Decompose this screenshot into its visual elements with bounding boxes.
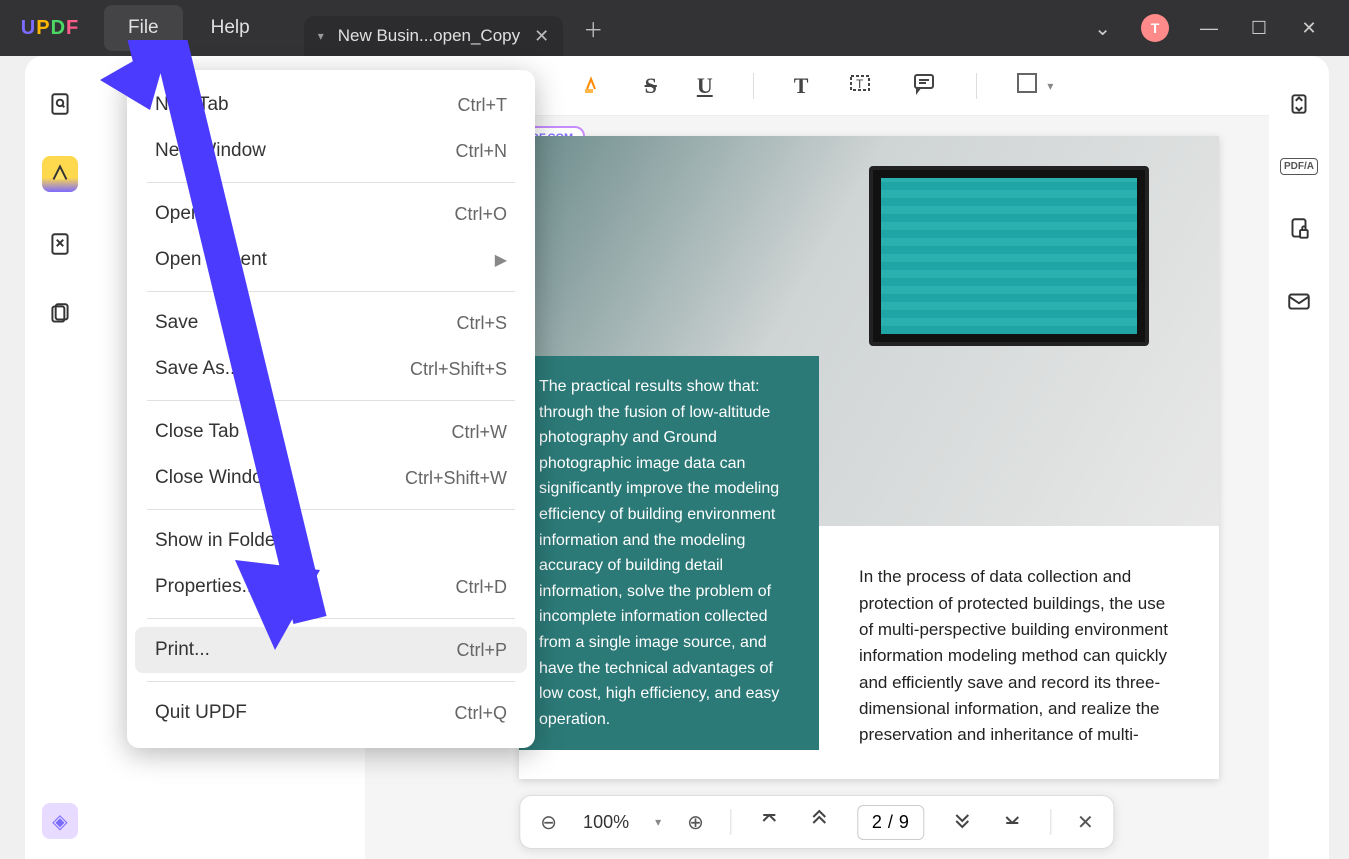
window-maximize-icon[interactable]: ☐ [1249, 18, 1269, 39]
underline-icon[interactable]: U [697, 73, 713, 99]
prev-page-button[interactable] [807, 807, 831, 837]
highlight-tool-icon[interactable] [42, 156, 78, 192]
page-number-input[interactable]: 2 / 9 [857, 805, 924, 840]
total-pages: 9 [899, 812, 909, 833]
pdf-page: DF.COM The practical results show that: … [519, 136, 1219, 779]
logo-u: U [21, 17, 36, 40]
tab-title: New Busin...open_Copy [338, 26, 520, 46]
highlighter-icon[interactable] [581, 71, 605, 101]
nav-divider [1050, 809, 1051, 835]
toolbar-divider [976, 73, 977, 99]
tab-menu-icon[interactable]: ▾ [318, 29, 324, 43]
zoom-dropdown-icon[interactable]: ▾ [655, 815, 661, 829]
file-menu-dropdown: New TabCtrl+T New WindowCtrl+N Open...Ct… [127, 70, 535, 748]
search-icon[interactable] [42, 86, 78, 122]
pdfa-icon[interactable]: PDF/A [1280, 158, 1318, 175]
user-avatar[interactable]: T [1141, 14, 1169, 42]
menu-save[interactable]: SaveCtrl+S [127, 300, 535, 346]
shape-tool-icon[interactable] [1017, 73, 1037, 99]
chevron-down-icon[interactable]: ⌄ [1094, 16, 1111, 41]
menu-close-window[interactable]: Close WindowCtrl+Shift+W [127, 455, 535, 501]
menu-help[interactable]: Help [187, 5, 274, 51]
new-tab-button[interactable]: ＋ [583, 14, 603, 43]
title-bar: U P D F File Help ▾ New Busin...open_Cop… [0, 0, 1349, 56]
nav-divider [730, 809, 731, 835]
logo-p: P [36, 17, 50, 40]
toolbar-divider [753, 73, 754, 99]
page-separator: / [888, 812, 893, 833]
rotate-icon[interactable] [1281, 86, 1317, 122]
menu-close-tab[interactable]: Close TabCtrl+W [127, 409, 535, 455]
zoom-out-button[interactable]: ⊖ [540, 810, 557, 835]
left-toolbar: ◈ [25, 56, 95, 859]
textbox-icon[interactable]: T [848, 71, 872, 101]
lock-document-icon[interactable] [1281, 211, 1317, 247]
menu-new-window[interactable]: New WindowCtrl+N [127, 128, 535, 174]
app-logo: U P D F [0, 17, 100, 40]
menu-file[interactable]: File [104, 5, 183, 51]
text-tool-icon[interactable]: T [794, 73, 809, 99]
menu-print[interactable]: Print...Ctrl+P [135, 627, 527, 673]
zoom-in-button[interactable]: ⊕ [687, 810, 704, 835]
last-page-button[interactable] [1000, 807, 1024, 837]
logo-f: F [66, 17, 79, 40]
teal-text-block: The practical results show that: through… [519, 356, 819, 750]
current-page: 2 [872, 812, 882, 833]
menu-new-tab[interactable]: New TabCtrl+T [127, 82, 535, 128]
window-close-icon[interactable]: ✕ [1299, 18, 1319, 39]
pages-tool-icon[interactable] [42, 296, 78, 332]
menu-save-as[interactable]: Save As...Ctrl+Shift+S [127, 346, 535, 392]
strikethrough-icon[interactable]: S [645, 73, 657, 99]
next-page-button[interactable] [950, 807, 974, 837]
zoom-level[interactable]: 100% [583, 812, 629, 833]
menu-quit[interactable]: Quit UPDFCtrl+Q [127, 690, 535, 736]
page-navigator: ⊖ 100% ▾ ⊕ 2 / 9 ✕ [519, 795, 1114, 849]
menu-open[interactable]: Open...Ctrl+O [127, 191, 535, 237]
shape-dropdown-icon[interactable]: ▾ [1047, 79, 1053, 93]
mail-icon[interactable] [1281, 283, 1317, 319]
right-toolbar: PDF/A [1269, 56, 1329, 859]
svg-text:T: T [856, 77, 864, 91]
comment-icon[interactable] [912, 71, 936, 101]
tab-close-icon[interactable]: ✕ [534, 26, 549, 47]
menu-properties[interactable]: Properties...Ctrl+D [127, 564, 535, 610]
logo-d: D [51, 17, 66, 40]
layers-icon[interactable]: ◈ [42, 803, 78, 839]
chevron-right-icon: ▶ [495, 250, 507, 270]
edit-tool-icon[interactable] [42, 226, 78, 262]
close-nav-button[interactable]: ✕ [1077, 810, 1094, 835]
menu-open-recent[interactable]: Open Recent▶ [127, 237, 535, 283]
menu-show-folder[interactable]: Show in Folder [127, 518, 535, 564]
window-minimize-icon[interactable]: — [1199, 18, 1219, 39]
document-tab[interactable]: ▾ New Busin...open_Copy ✕ [304, 16, 564, 56]
first-page-button[interactable] [757, 807, 781, 837]
